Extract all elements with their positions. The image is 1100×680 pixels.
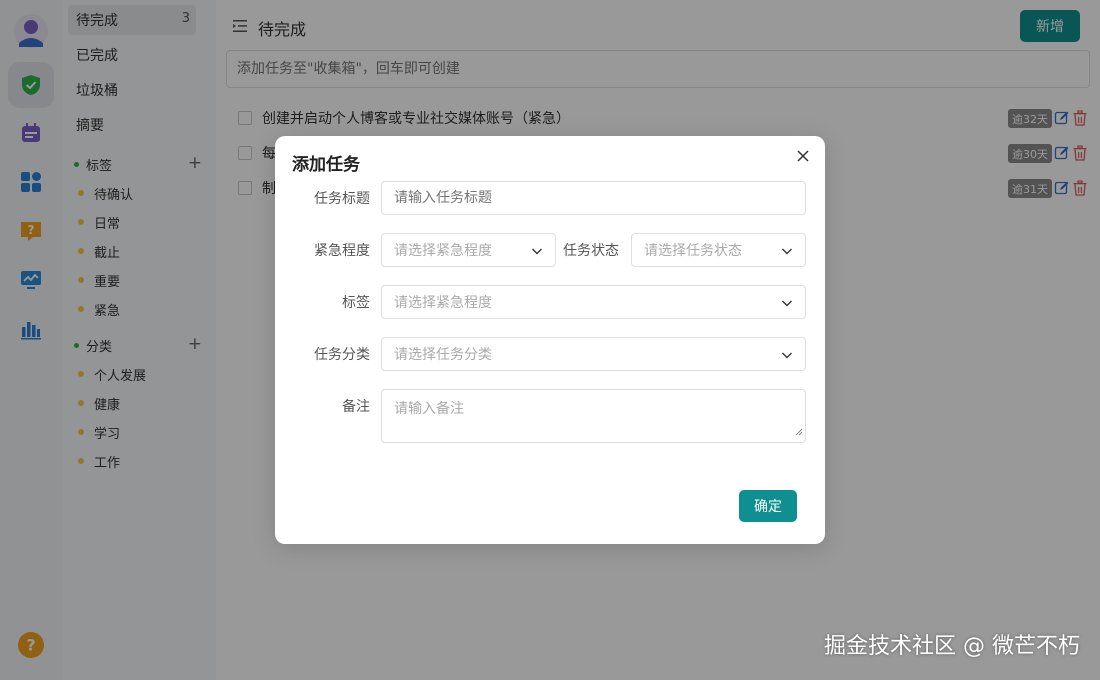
- status-placeholder: 请选择任务状态: [644, 243, 742, 259]
- title-label: 任务标题: [314, 191, 370, 207]
- note-textarea[interactable]: 请输入备注: [381, 389, 806, 443]
- status-select[interactable]: 请选择任务状态: [631, 233, 806, 267]
- tags-placeholder: 请选择紧急程度: [394, 295, 492, 311]
- add-task-dialog: 添加任务 任务标题 紧急程度 请选择紧急程度 任务状态 请选择任务状态 标签 请…: [275, 136, 825, 544]
- note-placeholder: 请输入备注: [394, 401, 464, 417]
- tags-label: 标签: [342, 295, 370, 311]
- tags-select[interactable]: 请选择紧急程度: [381, 285, 806, 319]
- chevron-down-icon: [781, 297, 793, 313]
- watermark: 掘金技术社区 @ 微芒不朽: [824, 634, 1080, 659]
- chevron-down-icon: [781, 349, 793, 365]
- status-label: 任务状态: [563, 243, 619, 259]
- note-label: 备注: [342, 399, 370, 415]
- category-select[interactable]: 请选择任务分类: [381, 337, 806, 371]
- resize-handle-icon[interactable]: [795, 424, 803, 440]
- category-placeholder: 请选择任务分类: [394, 347, 492, 363]
- task-title-input[interactable]: [381, 181, 806, 215]
- dialog-title: 添加任务: [292, 155, 360, 175]
- chevron-down-icon: [781, 245, 793, 261]
- confirm-button[interactable]: 确定: [739, 490, 797, 522]
- category-label: 任务分类: [314, 347, 370, 363]
- urgency-placeholder: 请选择紧急程度: [394, 243, 492, 259]
- urgency-label: 紧急程度: [314, 243, 370, 259]
- close-icon[interactable]: [793, 146, 813, 166]
